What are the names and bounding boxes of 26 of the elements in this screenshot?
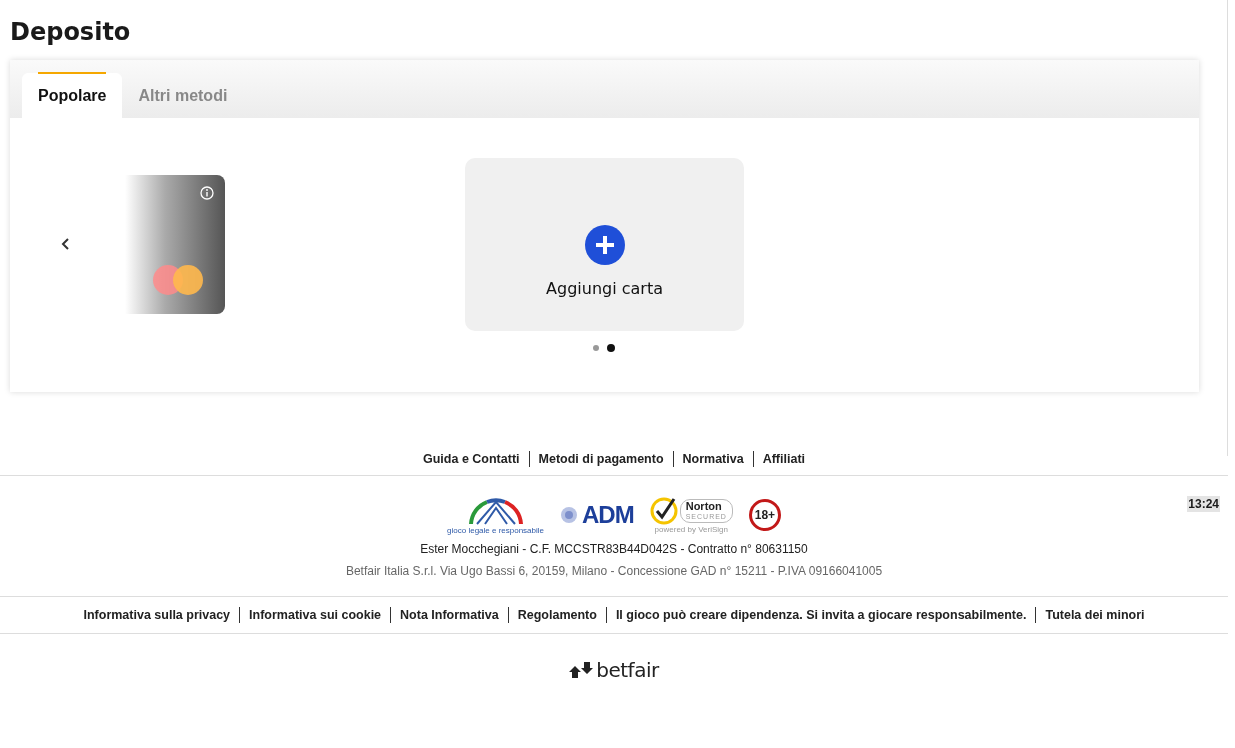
- add-card-button[interactable]: Aggiungi carta: [465, 158, 744, 331]
- footer-link[interactable]: Tutela dei minori: [1035, 607, 1154, 623]
- payment-card[interactable]: [125, 175, 225, 314]
- info-icon[interactable]: [200, 186, 214, 200]
- card-brand-icon: [152, 264, 204, 296]
- clock-time: 13:24: [1187, 496, 1220, 512]
- footer-link[interactable]: Normativa: [672, 451, 753, 467]
- footer-link[interactable]: Nota Informativa: [390, 607, 508, 623]
- company-info: Betfair Italia S.r.l. Via Ugo Bassi 6, 20159, Milano - Concessione GAD n° 15211 - P.IVA 09166041005: [344, 564, 884, 578]
- responsible-gaming-logo: gioco legale e responsabile: [447, 495, 545, 535]
- plus-icon: [584, 225, 625, 265]
- account-info: Ester Mocchegiani - C.F. MCCSTR83B44D042S - Contratto n° 80631150: [419, 542, 809, 556]
- footer-link[interactable]: Affiliati: [752, 451, 814, 467]
- carousel-dot[interactable]: [607, 344, 615, 352]
- tab[interactable]: Popolare: [22, 73, 123, 118]
- brand-logo[interactable]: betfair: [0, 658, 1228, 682]
- adm-logo: ADM: [560, 501, 634, 529]
- footer-link[interactable]: Regolamento: [507, 607, 606, 623]
- page-title: Deposito: [10, 17, 132, 48]
- footer-link[interactable]: Informativa sui cookie: [239, 607, 391, 623]
- footer-link[interactable]: Informativa sulla privacy: [74, 607, 240, 623]
- footer-link[interactable]: Guida e Contatti: [414, 451, 529, 467]
- age-limit-badge: 18+: [748, 499, 781, 531]
- footer-link[interactable]: Il gioco può creare dipendenza. Si invita a giocare responsabilmente.: [605, 607, 1036, 623]
- carousel-dot[interactable]: [593, 345, 599, 351]
- footer-link[interactable]: Metodi di pagamento: [528, 451, 673, 467]
